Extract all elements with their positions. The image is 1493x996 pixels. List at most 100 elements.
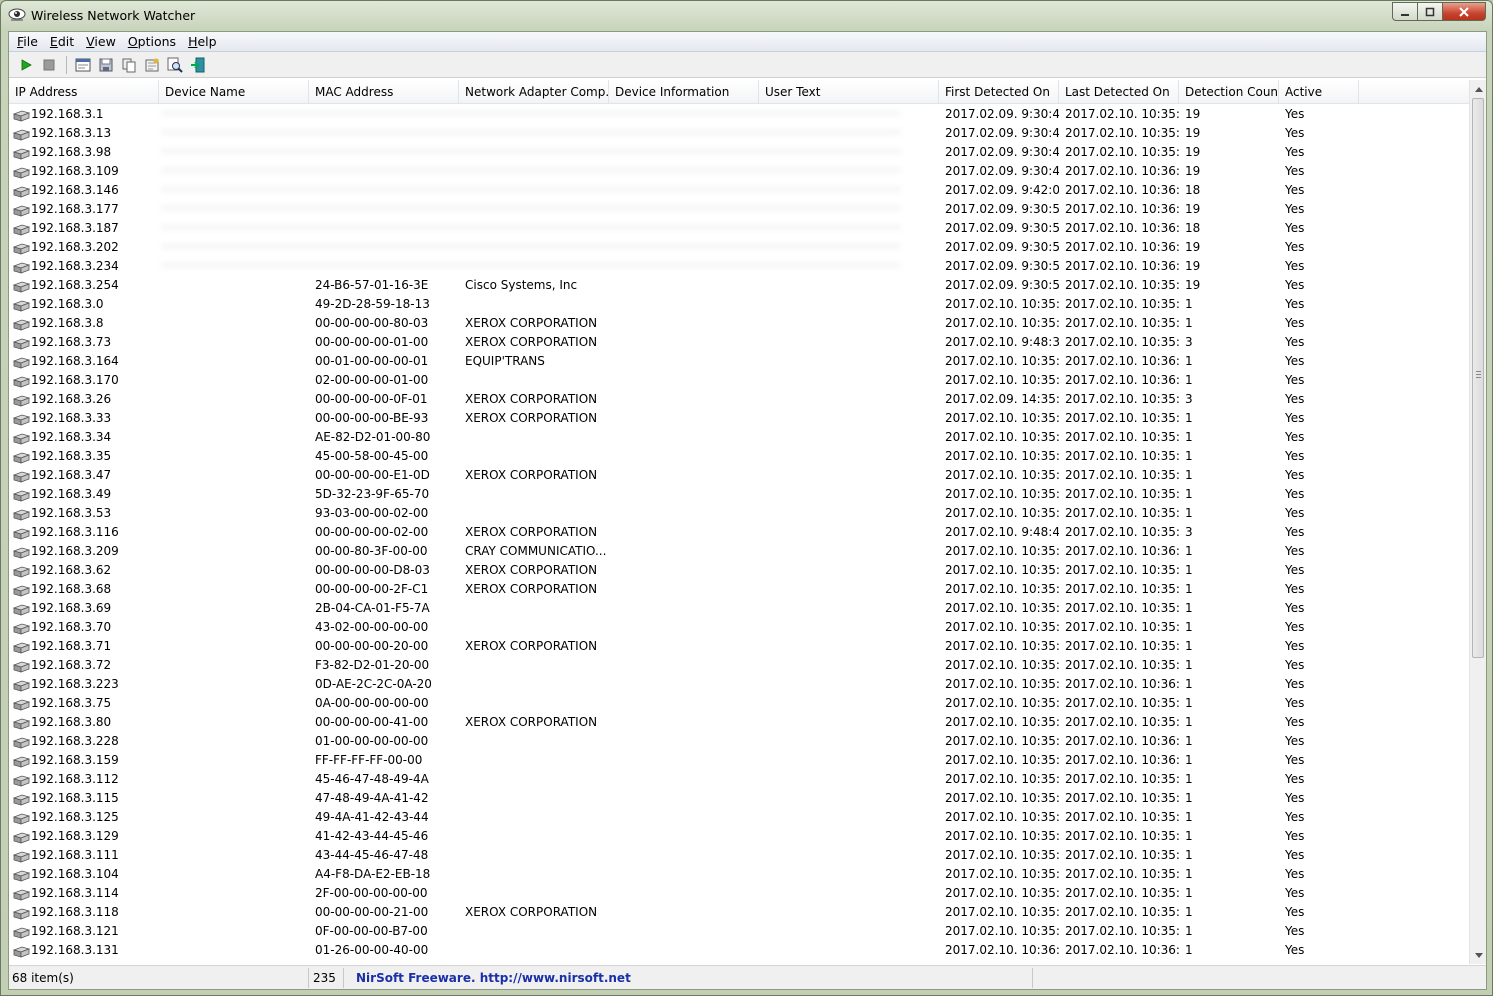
start-button[interactable] xyxy=(15,54,37,76)
table-row[interactable]: 192.168.3.47 00-00-00-00-E1-0D XEROX CORPO… xyxy=(9,466,1469,485)
ip-text: 192.168.3.228 xyxy=(31,734,119,748)
table-row[interactable]: 192.168.3.121 0F-00-00-00-B7-00 2017.02.10… xyxy=(9,922,1469,941)
close-button[interactable] xyxy=(1443,2,1486,21)
minimize-button[interactable] xyxy=(1392,2,1418,21)
cell-user-text xyxy=(759,770,939,789)
scroll-up-button[interactable] xyxy=(1470,80,1487,97)
menu-help[interactable]: Help xyxy=(183,34,222,49)
table-row[interactable]: 192.168.3.114 2F-00-00-00-00-00 2017.02.10… xyxy=(9,884,1469,903)
table-row[interactable]: 192.168.3.129 41-42-43-44-45-46 2017.02.10… xyxy=(9,827,1469,846)
table-row[interactable]: 192.168.3.26 00-00-00-00-0F-01 XEROX CORPO… xyxy=(9,390,1469,409)
table-row[interactable]: 192.168.3.118 00-00-00-00-21-00 XEROX CORP… xyxy=(9,903,1469,922)
cell-device-information xyxy=(609,865,759,884)
table-row[interactable]: 192.168.3.68 00-00-00-00-2F-C1 XEROX CORPO… xyxy=(9,580,1469,599)
table-row[interactable]: 192.168.3.164 00-01-00-00-00-01 EQUIP'TRAN… xyxy=(9,352,1469,371)
table-row[interactable]: 192.168.3.159 FF-FF-FF-FF-00-00 2017.02.10… xyxy=(9,751,1469,770)
cell-adapter-company: XEROX CORPORATION xyxy=(465,715,598,729)
stop-button[interactable] xyxy=(38,54,60,76)
cell-device-name xyxy=(159,485,309,504)
table-row[interactable]: 192.168.3.125 49-4A-41-42-43-44 2017.02.10… xyxy=(9,808,1469,827)
cell-device-name xyxy=(159,846,309,865)
column-header-mac-address[interactable]: MAC Address xyxy=(309,80,459,104)
table-row[interactable]: 192.168.3.73 00-00-00-00-01-00 XEROX CORPO… xyxy=(9,333,1469,352)
table-row[interactable]: 192.168.3.112 45-46-47-48-49-4A 2017.02.10… xyxy=(9,770,1469,789)
column-header-ip-address[interactable]: IP Address xyxy=(9,80,159,104)
table-row[interactable]: 192.168.3.131 01-26-00-00-40-00 2017.02.10… xyxy=(9,941,1469,960)
cell-user-text xyxy=(759,922,939,941)
table-row[interactable]: 192.168.3.209 00-00-80-3F-00-00 CRAY COMMU… xyxy=(9,542,1469,561)
table-row[interactable]: 192.168.3.33 00-00-00-00-BE-93 XEROX CORPO… xyxy=(9,409,1469,428)
cell-user-text xyxy=(759,751,939,770)
table-row[interactable]: 192.168.3.223 0D-AE-2C-2C-0A-20 2017.02.10… xyxy=(9,675,1469,694)
cell-user-text xyxy=(759,485,939,504)
column-header-active[interactable]: Active xyxy=(1279,80,1359,104)
table-row[interactable]: 192.168.3.72 F3-82-D2-01-20-00 2017.02.10.… xyxy=(9,656,1469,675)
table-row[interactable]: 192.168.3.53 93-03-00-00-02-00 2017.02.10.… xyxy=(9,504,1469,523)
network-device-icon xyxy=(12,375,31,388)
properties-button[interactable] xyxy=(141,54,163,76)
table-row[interactable]: 192.168.3.62 00-00-00-00-D8-03 XEROX CORPO… xyxy=(9,561,1469,580)
cell-last-detected: 2017.02.10. 10:35:59 xyxy=(1065,810,1179,824)
menu-options[interactable]: Options xyxy=(123,34,181,49)
table-row[interactable]: 192.168.3.111 43-44-45-46-47-48 2017.02.10… xyxy=(9,846,1469,865)
table-row[interactable]: 192.168.3.116 00-00-00-00-02-00 XEROX CORP… xyxy=(9,523,1469,542)
table-row[interactable]: 192.168.3.228 01-00-00-00-00-00 2017.02.10… xyxy=(9,732,1469,751)
column-header-device-name[interactable]: Device Name xyxy=(159,80,309,104)
column-header-detection-count[interactable]: Detection Count xyxy=(1179,80,1279,104)
cell-last-detected: 2017.02.10. 10:35:59 xyxy=(1065,829,1179,843)
cell-user-text xyxy=(759,732,939,751)
table-row[interactable]: 192.168.3.0 49-2D-28-59-18-13 2017.02.10. … xyxy=(9,295,1469,314)
table-row[interactable]: 192.168.3.115 47-48-49-4A-41-42 2017.02.10… xyxy=(9,789,1469,808)
cell-device-name xyxy=(159,694,309,713)
cell-device-information xyxy=(609,352,759,371)
title-bar[interactable]: Wireless Network Watcher xyxy=(1,1,1492,31)
save-button[interactable] xyxy=(95,54,117,76)
table-row[interactable]: 192.168.3.69 2B-04-CA-01-F5-7A 2017.02.10.… xyxy=(9,599,1469,618)
cell-last-detected: 2017.02.10. 10:35:55 xyxy=(1065,715,1179,729)
table-row[interactable]: 192.168.3.75 0A-00-00-00-00-00 2017.02.10.… xyxy=(9,694,1469,713)
device-list[interactable]: IP Address Device Name MAC Address Network … xyxy=(9,80,1486,964)
menu-edit[interactable]: Edit xyxy=(45,34,79,49)
cell-detection-count: 1 xyxy=(1185,449,1193,463)
table-row[interactable]: 192.168.3.35 45-00-58-00-45-00 2017.02.10.… xyxy=(9,447,1469,466)
find-button[interactable] xyxy=(164,54,186,76)
table-row[interactable]: 192.168.3.70 43-02-00-00-00-00 2017.02.10.… xyxy=(9,618,1469,637)
cell-ip-address: 192.168.3.71 xyxy=(9,637,159,656)
menu-file[interactable]: File xyxy=(12,34,43,49)
html-report-button[interactable] xyxy=(72,54,94,76)
table-row[interactable]: 192.168.3.104 A4-F8-DA-E2-EB-18 2017.02.10… xyxy=(9,865,1469,884)
scroll-down-button[interactable] xyxy=(1470,947,1487,964)
table-row[interactable]: 192.168.3.8 00-00-00-00-80-03 XEROX CORPOR… xyxy=(9,314,1469,333)
column-header-last-detected[interactable]: Last Detected On xyxy=(1059,80,1179,104)
network-device-icon xyxy=(12,242,31,255)
cell-active: Yes xyxy=(1285,924,1305,938)
vertical-scrollbar[interactable] xyxy=(1469,80,1486,964)
table-row[interactable]: 192.168.3.49 5D-32-23-9F-65-70 2017.02.10.… xyxy=(9,485,1469,504)
ip-text: 192.168.3.202 xyxy=(31,240,119,254)
maximize-button[interactable] xyxy=(1418,2,1443,21)
cell-adapter-company xyxy=(459,827,609,846)
column-header-user-text[interactable]: User Text xyxy=(759,80,939,104)
copy-button[interactable] xyxy=(118,54,140,76)
column-header-device-information[interactable]: Device Information xyxy=(609,80,759,104)
scroll-thumb[interactable] xyxy=(1472,98,1484,658)
network-device-icon xyxy=(12,698,31,711)
column-header-adapter-company[interactable]: Network Adapter Comp... xyxy=(459,80,609,104)
nirsoft-link[interactable]: NirSoft Freeware. http://www.nirsoft.net xyxy=(344,967,1033,988)
exit-button[interactable] xyxy=(187,54,209,76)
table-row[interactable]: 192.168.3.80 00-00-00-00-41-00 XEROX CORPO… xyxy=(9,713,1469,732)
table-row[interactable]: 192.168.3.170 02-00-00-00-01-00 2017.02.10… xyxy=(9,371,1469,390)
menu-label-rest: ile xyxy=(23,34,38,49)
column-header-first-detected[interactable]: First Detected On xyxy=(939,80,1059,104)
table-row[interactable]: 192.168.3.71 00-00-00-00-20-00 XEROX CORPO… xyxy=(9,637,1469,656)
table-row[interactable]: 192.168.3.34 AE-82-D2-01-00-80 2017.02.10.… xyxy=(9,428,1469,447)
cell-device-name xyxy=(159,542,309,561)
table-row[interactable]: 192.168.3.254 24-B6-57-01-16-3E Cisco Syst… xyxy=(9,276,1469,295)
network-device-icon xyxy=(12,888,31,901)
cell-ip-address: 192.168.3.47 xyxy=(9,466,159,485)
menu-accelerator: O xyxy=(127,34,138,49)
network-device-icon xyxy=(12,280,31,293)
menu-view[interactable]: View xyxy=(81,34,121,49)
network-device-icon xyxy=(12,451,31,464)
cell-adapter-company xyxy=(459,732,609,751)
